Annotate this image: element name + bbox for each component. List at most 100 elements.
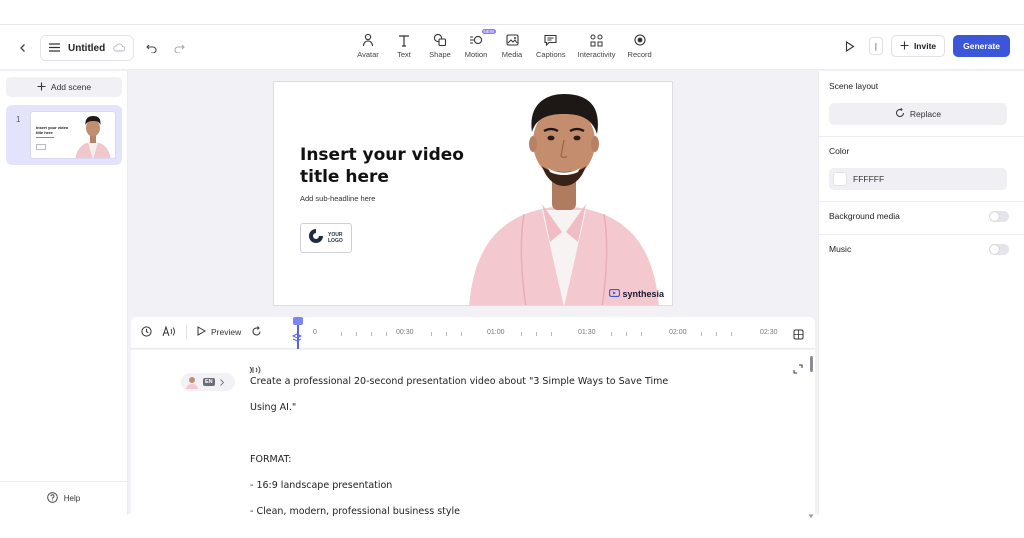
tool-captions[interactable]: Captions xyxy=(530,32,572,59)
slide-subtitle[interactable]: Add sub-headline here xyxy=(300,194,375,203)
script-line[interactable] xyxy=(250,427,770,453)
timeline-bar: Preview 0 00:30 01:00 01:30 02:00 02:30 xyxy=(131,317,815,349)
menu-icon[interactable] xyxy=(49,39,60,57)
music-toggle[interactable] xyxy=(989,244,1009,255)
tick xyxy=(431,332,432,336)
project-title[interactable]: Untitled xyxy=(68,43,105,54)
tick-label: 00:30 xyxy=(396,329,414,336)
thumb-logo xyxy=(36,144,46,150)
scene-thumbnail[interactable]: Insert your video title here xyxy=(30,111,116,159)
redo-icon[interactable] xyxy=(168,36,190,60)
tick xyxy=(611,332,612,336)
properties-panel: Scene layout Replace Color FFFFFF Backgr… xyxy=(818,71,1024,515)
clock-icon[interactable] xyxy=(141,325,152,339)
thumb-title: Insert your video title here xyxy=(36,125,69,135)
script-line[interactable]: - 16:9 landscape presentation xyxy=(250,479,770,505)
app-window: Untitled Avatar Text Shape NEW Motion Me… xyxy=(0,24,1024,518)
interactivity-icon xyxy=(590,32,603,48)
project-title-box[interactable]: Untitled xyxy=(40,35,135,61)
tick xyxy=(551,332,552,336)
tick xyxy=(731,332,732,336)
tick xyxy=(386,332,387,336)
tick xyxy=(356,332,357,336)
play-preview-icon[interactable] xyxy=(839,34,861,58)
tool-label: Captions xyxy=(536,50,566,59)
invite-label: Invite xyxy=(913,41,937,51)
tick xyxy=(446,332,447,336)
script-line[interactable]: Create a professional 20-second presenta… xyxy=(250,375,770,401)
tool-label: Interactivity xyxy=(577,50,616,59)
tick-label: 02:30 xyxy=(760,329,778,336)
thumb-presenter xyxy=(75,116,111,158)
media-icon xyxy=(505,32,519,48)
scroll-down-icon[interactable] xyxy=(808,506,814,524)
text-icon xyxy=(398,32,410,48)
tool-label: Avatar xyxy=(357,50,379,59)
tick-label: 0 xyxy=(313,329,317,336)
avatar-voice-selector[interactable]: EN xyxy=(181,373,235,391)
scene-card[interactable]: 1 Insert your video title here xyxy=(6,105,122,165)
undo-icon[interactable] xyxy=(140,36,162,60)
tick xyxy=(341,332,342,336)
expand-icon[interactable] xyxy=(793,361,803,379)
tool-record[interactable]: Record xyxy=(622,32,658,59)
tool-text[interactable]: Text xyxy=(386,32,422,59)
loop-icon[interactable] xyxy=(251,325,262,339)
tool-shape[interactable]: Shape xyxy=(422,32,458,59)
scrollbar-thumb[interactable] xyxy=(810,356,813,372)
record-icon xyxy=(634,32,646,48)
help-button[interactable]: Help xyxy=(0,481,127,515)
tool-media[interactable]: Media xyxy=(494,32,530,59)
tool-motion[interactable]: NEW Motion xyxy=(458,29,496,59)
tick xyxy=(521,332,522,336)
avatar-icon xyxy=(362,32,374,48)
motion-icon xyxy=(469,32,483,48)
script-editor[interactable]: EN Create a professional 20-second prese… xyxy=(131,350,815,518)
scene-marker-icon xyxy=(291,330,303,348)
script-line[interactable]: Using AI." xyxy=(250,401,770,427)
tool-interactivity[interactable]: Interactivity xyxy=(572,32,622,59)
insert-toolbar: Avatar Text Shape NEW Motion Media Capti… xyxy=(350,29,658,59)
tick xyxy=(701,332,702,336)
top-bar-right: | Invite Generate xyxy=(839,34,1010,58)
panel-divider xyxy=(819,136,1024,137)
script-text[interactable]: Create a professional 20-second presenta… xyxy=(250,375,770,531)
tool-label: Motion xyxy=(464,50,488,59)
tool-label: Text xyxy=(397,50,411,59)
logo-placeholder[interactable]: YOUR LOGO xyxy=(300,223,352,253)
top-bar-left: Untitled xyxy=(12,35,190,61)
help-label: Help xyxy=(63,494,81,503)
scene-number: 1 xyxy=(16,115,21,124)
color-value[interactable]: FFFFFF xyxy=(853,174,884,184)
script-line[interactable]: FORMAT: xyxy=(250,453,770,479)
color-label: Color xyxy=(829,146,850,156)
voice-style-icon[interactable] xyxy=(162,324,176,339)
music-label: Music xyxy=(829,244,852,254)
toggle-knob xyxy=(990,245,999,254)
share-toggle[interactable]: | xyxy=(868,37,883,55)
playhead-handle[interactable] xyxy=(293,317,303,325)
timeline-track[interactable]: 0 00:30 01:00 01:30 02:00 02:30 xyxy=(296,317,806,349)
toggle-knob xyxy=(990,212,999,221)
generate-button[interactable]: Generate xyxy=(953,35,1010,57)
color-field[interactable]: FFFFFF xyxy=(829,168,1007,190)
color-swatch[interactable] xyxy=(833,172,847,186)
tick xyxy=(716,332,717,336)
background-media-toggle[interactable] xyxy=(989,211,1009,222)
slide-canvas[interactable]: Insert your video title here Add sub-hea… xyxy=(273,81,673,306)
script-line[interactable]: - Clean, modern, professional business s… xyxy=(250,505,770,531)
back-icon[interactable] xyxy=(12,36,34,60)
plus-icon xyxy=(37,82,46,93)
scenes-sidebar: Add scene 1 Insert your video title here xyxy=(0,71,128,515)
add-scene-button[interactable]: Add scene xyxy=(6,77,122,97)
presenter-avatar[interactable] xyxy=(464,82,673,306)
timeline-controls: Preview xyxy=(141,324,262,339)
invite-button[interactable]: Invite xyxy=(890,35,946,57)
tick-label: 02:00 xyxy=(669,329,687,336)
fit-timeline-icon[interactable] xyxy=(793,327,804,345)
tool-avatar[interactable]: Avatar xyxy=(350,32,386,59)
preview-button[interactable]: Preview xyxy=(197,326,241,338)
replace-layout-button[interactable]: Replace xyxy=(829,103,1007,125)
replace-icon xyxy=(895,107,905,120)
captions-icon xyxy=(544,32,557,48)
